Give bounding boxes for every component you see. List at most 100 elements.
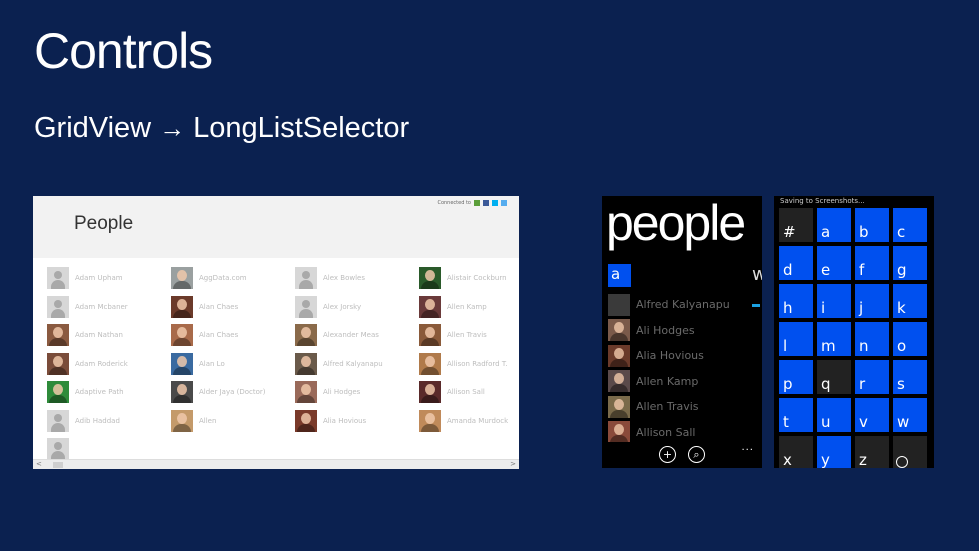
search-icon[interactable]: ⌕ xyxy=(688,446,705,463)
jump-tile-t[interactable]: t xyxy=(779,398,813,432)
avatar xyxy=(608,319,630,342)
avatar xyxy=(171,324,193,347)
avatar xyxy=(608,293,630,316)
jump-tile-l[interactable]: l xyxy=(779,322,813,356)
people-grid: Adam Upham AggData.com Alex Bowles Alistair… xyxy=(47,264,519,464)
jump-tile-c[interactable]: c xyxy=(893,208,927,242)
person-name: Allison Sall xyxy=(447,388,485,397)
avatar xyxy=(295,409,317,432)
person-tile[interactable]: Adam Nathan xyxy=(47,321,171,350)
list-item[interactable]: Allen Kamp xyxy=(608,369,730,395)
person-name: Allison Radford T. xyxy=(447,359,508,368)
person-name: Alex Jorsky xyxy=(323,302,362,311)
avatar xyxy=(47,267,69,290)
jump-tile-w[interactable]: w xyxy=(893,398,927,432)
person-tile[interactable]: Amanda Murdock xyxy=(419,407,519,436)
list-item[interactable]: Ali Hodges xyxy=(608,318,730,344)
jump-tile-hash[interactable]: # xyxy=(779,208,813,242)
jump-tile-b[interactable]: b xyxy=(855,208,889,242)
jump-tile-k[interactable]: k xyxy=(893,284,927,318)
horizontal-scrollbar[interactable]: < > xyxy=(33,459,519,469)
avatar xyxy=(608,344,630,367)
avatar xyxy=(47,409,69,432)
avatar xyxy=(419,295,441,318)
phone-jump-list: Saving to Screenshots... # a b c d e f g h i j k l m n… xyxy=(774,196,934,468)
person-tile[interactable]: Alder Jaya (Doctor) xyxy=(171,378,295,407)
facebook-icon[interactable] xyxy=(483,200,489,206)
person-name: AggData.com xyxy=(199,274,247,283)
person-tile[interactable]: Adaptive Path xyxy=(47,378,171,407)
person-tile[interactable]: Alistair Cockburn xyxy=(419,264,519,293)
scroll-left-icon[interactable]: < xyxy=(36,460,42,468)
person-tile[interactable]: Alfred Kalyanapu xyxy=(295,350,419,379)
jump-tile-h[interactable]: h xyxy=(779,284,813,318)
person-tile[interactable]: Allen Kamp xyxy=(419,293,519,322)
person-tile[interactable]: Adam Mcbaner xyxy=(47,293,171,322)
person-name: Alex Bowles xyxy=(323,274,365,283)
peek-accent xyxy=(752,304,760,307)
list-item[interactable]: Alia Hovious xyxy=(608,343,730,369)
scroll-right-icon[interactable]: > xyxy=(510,460,516,468)
person-tile[interactable]: Adam Upham xyxy=(47,264,171,293)
person-tile[interactable]: Alan Chaes xyxy=(171,321,295,350)
person-tile[interactable]: Alan Chaes xyxy=(171,293,295,322)
jump-tile-y[interactable]: y xyxy=(817,436,851,468)
jump-tile-r[interactable]: r xyxy=(855,360,889,394)
jump-tile-a[interactable]: a xyxy=(817,208,851,242)
jump-tile-u[interactable]: u xyxy=(817,398,851,432)
jump-tile-z[interactable]: z xyxy=(855,436,889,468)
person-tile[interactable]: Alexander Meas xyxy=(295,321,419,350)
jump-tile-x[interactable]: x xyxy=(779,436,813,468)
globe-icon[interactable] xyxy=(893,436,927,468)
list-item[interactable]: Alfred Kalyanapu xyxy=(608,292,730,318)
more-icon[interactable]: ... xyxy=(741,442,754,453)
avatar xyxy=(608,370,630,393)
jump-tile-f[interactable]: f xyxy=(855,246,889,280)
avatar xyxy=(419,267,441,290)
person-tile[interactable]: Allison Sall xyxy=(419,378,519,407)
person-tile[interactable]: Adam Roderick xyxy=(47,350,171,379)
jump-tile-n[interactable]: n xyxy=(855,322,889,356)
person-name: Alia Hovious xyxy=(323,416,367,425)
jump-tile-e[interactable]: e xyxy=(817,246,851,280)
phone-people-hub: people w a Alfred Kalyanapu Ali Hodges Ali… xyxy=(602,196,762,468)
person-tile[interactable]: Alex Bowles xyxy=(295,264,419,293)
jump-tile-s[interactable]: s xyxy=(893,360,927,394)
connected-services: Connected to xyxy=(437,200,507,206)
person-tile[interactable]: AggData.com xyxy=(171,264,295,293)
person-tile[interactable]: Allen Travis xyxy=(419,321,519,350)
person-tile[interactable]: Alex Jorsky xyxy=(295,293,419,322)
person-tile[interactable]: Allison Radford T. xyxy=(419,350,519,379)
jump-tile-d[interactable]: d xyxy=(779,246,813,280)
gridview-screenshot: People Connected to Adam Upham AggData.co… xyxy=(33,196,519,469)
person-tile[interactable]: Allen xyxy=(171,407,295,436)
add-icon[interactable]: + xyxy=(659,446,676,463)
avatar xyxy=(171,267,193,290)
list-item[interactable]: Allen Travis xyxy=(608,394,730,420)
avatar xyxy=(171,381,193,404)
person-tile[interactable]: Ali Hodges xyxy=(295,378,419,407)
jump-tile-g[interactable]: g xyxy=(893,246,927,280)
jump-tile-p[interactable]: p xyxy=(779,360,813,394)
twitter-icon[interactable] xyxy=(501,200,507,206)
jump-tile-i[interactable]: i xyxy=(817,284,851,318)
person-name: Allen Travis xyxy=(447,331,487,340)
person-tile[interactable]: Alan Lo xyxy=(171,350,295,379)
jump-tile-q[interactable]: q xyxy=(817,360,851,394)
person-tile[interactable]: Alia Hovious xyxy=(295,407,419,436)
person-name: Adam Mcbaner xyxy=(75,302,128,311)
service-icon[interactable] xyxy=(474,200,480,206)
skype-icon[interactable] xyxy=(492,200,498,206)
gridview-header: People Connected to xyxy=(33,196,519,258)
group-header-a[interactable]: a xyxy=(608,264,631,287)
scroll-thumb[interactable] xyxy=(53,462,63,468)
jump-list-grid: # a b c d e f g h i j k l m n o p q r s t u v w x y z xyxy=(779,208,927,468)
jump-tile-o[interactable]: o xyxy=(893,322,927,356)
avatar xyxy=(295,352,317,375)
jump-tile-j[interactable]: j xyxy=(855,284,889,318)
status-text: Saving to Screenshots... xyxy=(780,197,865,205)
jump-tile-m[interactable]: m xyxy=(817,322,851,356)
person-name: Allen Kamp xyxy=(636,374,699,388)
jump-tile-v[interactable]: v xyxy=(855,398,889,432)
person-tile[interactable]: Adib Haddad xyxy=(47,407,171,436)
